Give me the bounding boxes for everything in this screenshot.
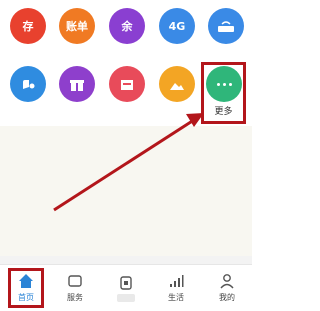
home-highlight-box <box>8 268 44 308</box>
tab-center[interactable] <box>101 265 151 311</box>
tab-life-label: 生活 <box>168 293 184 302</box>
tab-service[interactable]: 服务 <box>50 265 100 311</box>
center-icon <box>118 275 134 291</box>
tab-mine-label: 我的 <box>219 293 235 302</box>
tab-life[interactable]: 生活 <box>151 265 201 311</box>
tab-service-label: 服务 <box>67 293 83 302</box>
signal-icon <box>168 273 184 289</box>
tab-mine[interactable]: 我的 <box>202 265 252 311</box>
tab-center-label <box>117 293 135 302</box>
service-icon <box>67 273 83 289</box>
user-icon <box>219 273 235 289</box>
